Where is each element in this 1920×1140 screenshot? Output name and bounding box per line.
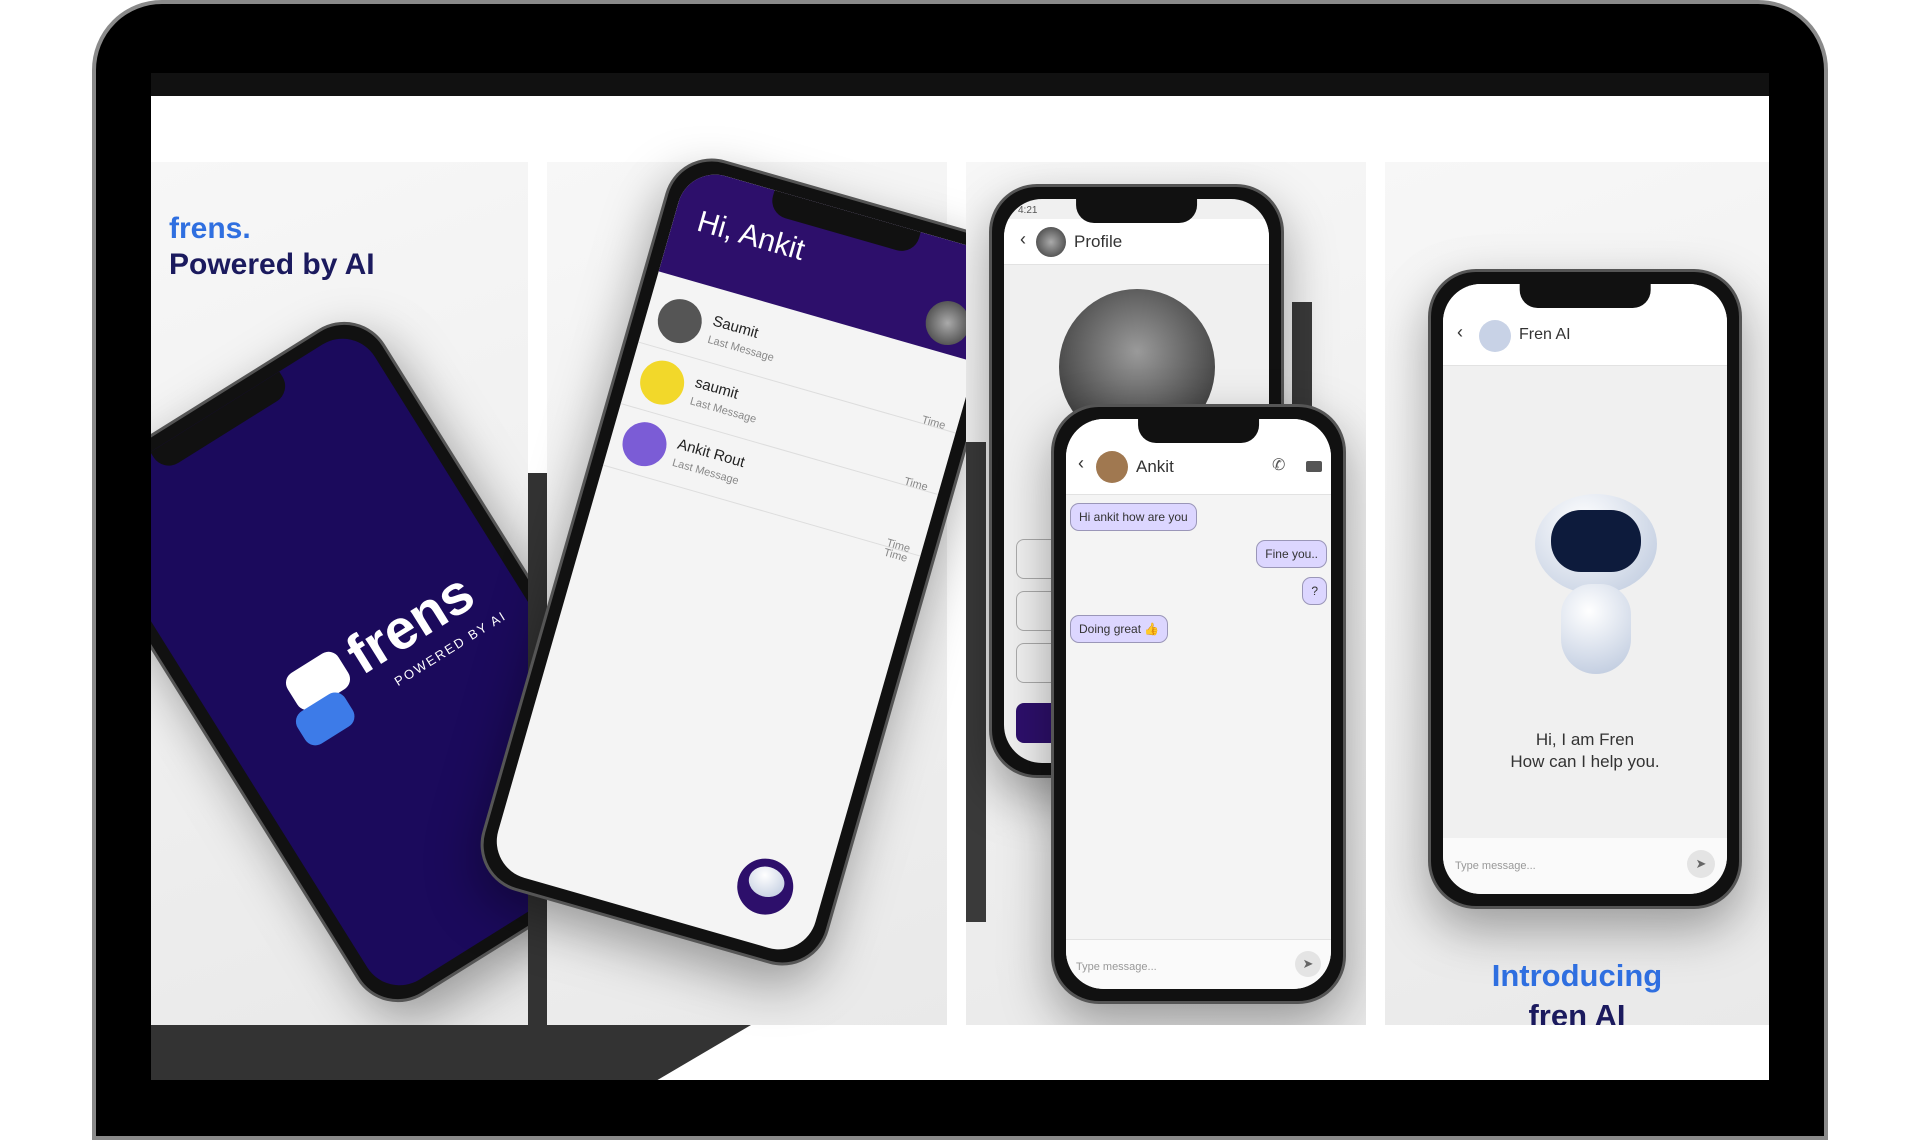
chat-last-message: Last Message	[706, 333, 776, 365]
chat-last-message: Last Message	[688, 395, 758, 426]
phone-splash: frens POWERED BY AI	[151, 303, 528, 1021]
phone-fren-ai: ‹ Fren AI Hi, I am Fren How can I help y…	[1428, 269, 1742, 909]
message-input[interactable]: Type message...	[1455, 860, 1536, 872]
fren-ai-fab[interactable]	[730, 851, 800, 922]
ai-greeting: How can I help you.	[1510, 752, 1660, 771]
brand-name: frens.	[169, 212, 251, 245]
top-bar	[151, 73, 1769, 96]
chat-contact-name: Fren AI	[1519, 326, 1571, 343]
message-bubble: Doing great 👍	[1070, 615, 1169, 643]
panel-fren-ai: ‹ Fren AI Hi, I am Fren How can I help y…	[1385, 162, 1769, 1025]
panel-profile-chat: 4:21 ‹ Profile ⌾ ‹ Ankit ✆ Hi ankit how …	[966, 162, 1366, 1025]
send-icon[interactable]: ➤	[1687, 850, 1715, 878]
robot-icon	[745, 862, 789, 902]
chat-contact-name: Ankit	[1136, 457, 1174, 476]
message-bubble: Hi ankit how are you	[1070, 503, 1197, 531]
avatar	[1096, 451, 1128, 483]
robot-avatar	[1479, 320, 1511, 352]
intro-heading: Introducing	[1491, 958, 1663, 993]
message-input[interactable]: Type message...	[1076, 961, 1157, 973]
avatar	[1036, 227, 1066, 257]
avatar	[652, 293, 707, 349]
avatar	[634, 355, 690, 410]
tagline: Powered by AI	[169, 248, 375, 281]
phone-call-icon[interactable]: ✆	[1272, 455, 1285, 475]
send-icon[interactable]: ➤	[1295, 951, 1321, 977]
avatar	[617, 416, 672, 472]
message-bubble: ?	[1302, 577, 1327, 605]
bottom-decoration	[151, 1025, 751, 1080]
intro-heading: fren AI	[1528, 998, 1626, 1025]
panel-splash: frens. Powered by AI frens POWERED BY AI	[151, 162, 528, 1025]
panel-chat-list: Hi, Ankit Saumit Last Message Time saumi…	[469, 147, 1025, 1025]
profile-title: Profile	[1074, 232, 1123, 251]
back-icon[interactable]: ‹	[1020, 229, 1026, 250]
laptop-screen: frens. Powered by AI frens POWERED BY AI…	[151, 73, 1769, 1080]
phone-chat: ‹ Ankit ✆ Hi ankit how are you Fine you.…	[1051, 404, 1346, 1004]
ai-greeting: Hi, I am Fren	[1535, 730, 1635, 749]
back-icon[interactable]: ‹	[1078, 453, 1084, 474]
message-bubble: Fine you..	[1256, 540, 1327, 568]
video-call-icon[interactable]	[1306, 461, 1322, 472]
status-time: 4:21	[1018, 205, 1038, 216]
back-icon[interactable]: ‹	[1457, 322, 1463, 343]
